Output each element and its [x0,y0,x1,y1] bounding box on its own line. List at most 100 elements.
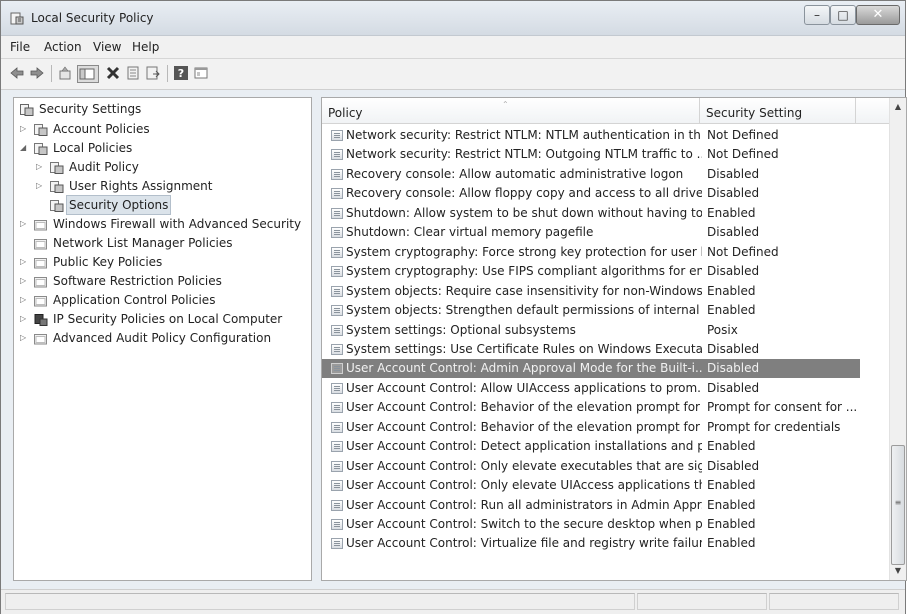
security-setting-value: Enabled [707,439,756,454]
expand-arrow-icon[interactable]: ▷ [20,215,30,233]
scroll-up-button[interactable]: ▲ [890,98,906,115]
policy-setting-icon [331,130,343,141]
tree-label: Advanced Audit Policy Configuration [53,331,272,345]
close-button[interactable]: ✕ [856,5,900,25]
expand-arrow-icon[interactable]: ▷ [36,158,46,176]
policy-row[interactable]: User Account Control: Switch to the secu… [322,515,860,534]
minimize-button[interactable]: – [804,5,830,25]
collapse-arrow-icon[interactable]: ◢ [20,139,30,157]
policy-setting-icon [331,421,343,433]
scroll-down-button[interactable]: ▼ [890,562,906,579]
policy-row[interactable]: Network security: Restrict NTLM: NTLM au… [322,126,860,145]
security-setting-value: Enabled [707,517,756,531]
menu-bar: File Action View Help [1,36,905,59]
policy-setting-icon [331,324,343,336]
maximize-icon: □ [837,8,849,22]
menu-file[interactable]: File [10,40,30,54]
toolbar: ? [1,59,905,90]
column-header-label: Security Setting [706,106,803,120]
policy-row[interactable]: System settings: Use Certificate Rules o… [322,340,860,359]
policy-name: System objects: Strengthen default permi… [346,303,702,318]
policy-row[interactable]: User Account Control: Behavior of the el… [322,398,860,417]
up-icon[interactable] [57,65,73,81]
policy-setting-icon [331,246,343,258]
show-hide-tree-icon[interactable] [77,65,99,83]
policy-row[interactable]: System settings: Optional subsystems Posi… [322,321,860,340]
policy-row[interactable]: System objects: Require case insensitivi… [322,282,860,301]
policy-row[interactable]: User Account Control: Run all administra… [322,496,860,515]
policy-row[interactable]: System cryptography: Use FIPS compliant … [322,262,860,281]
folder-icon [34,256,48,269]
maximize-button[interactable]: □ [830,5,856,25]
window-title: Local Security Policy [31,11,154,25]
policy-row[interactable]: System cryptography: Force strong key pr… [322,243,860,262]
policy-row[interactable]: User Account Control: Admin Approval Mod… [322,359,860,379]
policy-row[interactable]: User Account Control: Only elevate UIAcc… [322,476,860,495]
expand-arrow-icon[interactable]: ▷ [20,120,30,138]
policy-row[interactable]: Recovery console: Allow floppy copy and … [322,184,860,203]
properties-icon[interactable] [125,65,141,81]
policy-name: System cryptography: Force strong key pr… [346,244,702,259]
vertical-scrollbar[interactable]: ▲ ≡ ▼ [889,98,906,580]
main-window: Local Security Policy – □ ✕ File Action … [0,0,907,614]
policy-list-pane[interactable]: Policy ⌃ Security Setting Network securi… [321,97,907,581]
policy-row[interactable]: User Account Control: Behavior of the el… [322,418,860,437]
policy-folder-icon [50,161,64,174]
policy-setting-icon [331,480,343,492]
policy-row[interactable]: User Account Control: Allow UIAccess app… [322,379,860,398]
policy-row[interactable]: System objects: Strengthen default permi… [322,301,860,320]
security-setting-value: Disabled [707,341,760,356]
tree-label: Local Policies [53,141,133,155]
security-setting-value: Disabled [707,380,760,395]
policy-setting-icon [331,305,343,317]
back-icon[interactable] [9,65,25,81]
security-setting-value: Not Defined [707,128,779,142]
menu-help[interactable]: Help [132,40,159,54]
tree-label: Windows Firewall with Advanced Security [53,217,302,231]
column-header-filler [856,98,890,124]
policy-folder-icon [34,123,48,136]
expand-arrow-icon[interactable]: ▷ [20,253,30,271]
security-setting-value: Disabled [707,264,760,279]
status-bar [1,589,905,614]
policy-setting-icon [331,519,343,530]
forward-icon[interactable] [29,65,45,81]
policy-name: User Account Control: Only elevate execu… [346,458,702,473]
policy-row[interactable]: Network security: Restrict NTLM: Outgoin… [322,145,860,164]
policy-setting-icon [331,343,343,355]
ip-security-icon [34,313,48,326]
tree-label: Audit Policy [69,160,139,174]
policy-row[interactable]: User Account Control: Detect application… [322,437,860,456]
export-list-icon[interactable] [145,65,161,81]
expand-arrow-icon[interactable]: ▷ [20,291,30,309]
policy-name: System objects: Require case insensitivi… [346,283,702,298]
security-setting-value: Disabled [707,458,760,473]
policy-name: User Account Control: Admin Approval Mod… [346,361,702,376]
expand-arrow-icon[interactable]: ▷ [20,310,30,328]
policy-setting-icon [331,207,343,219]
policy-row[interactable]: Shutdown: Clear virtual memory pagefile D… [322,223,860,242]
expand-arrow-icon[interactable]: ▷ [36,177,46,195]
security-setting-value: Enabled [707,497,756,512]
policy-row[interactable]: Shutdown: Allow system to be shut down w… [322,204,860,223]
status-segment [637,593,767,610]
help-icon[interactable]: ? [173,65,189,81]
scrollbar-thumb[interactable]: ≡ [891,445,905,565]
title-bar[interactable]: Local Security Policy – □ ✕ [1,1,905,36]
delete-icon[interactable] [105,65,121,81]
tree-pane[interactable]: Security Settings ▷ Account Policies ◢ Loca… [13,97,312,581]
menu-action[interactable]: Action [44,40,82,54]
expand-arrow-icon[interactable]: ▷ [20,329,30,347]
policy-row[interactable]: User Account Control: Virtualize file an… [322,534,860,553]
mmc-icon[interactable] [193,65,209,81]
policy-row[interactable]: Recovery console: Allow automatic admini… [322,165,860,184]
column-header-policy[interactable]: Policy ⌃ [322,98,700,124]
status-segment [5,593,635,610]
expand-arrow-icon[interactable]: ▷ [20,272,30,290]
menu-view[interactable]: View [93,40,121,54]
policy-row[interactable]: User Account Control: Only elevate execu… [322,457,860,476]
policy-name: User Account Control: Behavior of the el… [346,400,702,415]
column-header-security-setting[interactable]: Security Setting [700,98,856,124]
policy-name: User Account Control: Detect application… [346,439,702,454]
policy-setting-icon [331,382,343,394]
